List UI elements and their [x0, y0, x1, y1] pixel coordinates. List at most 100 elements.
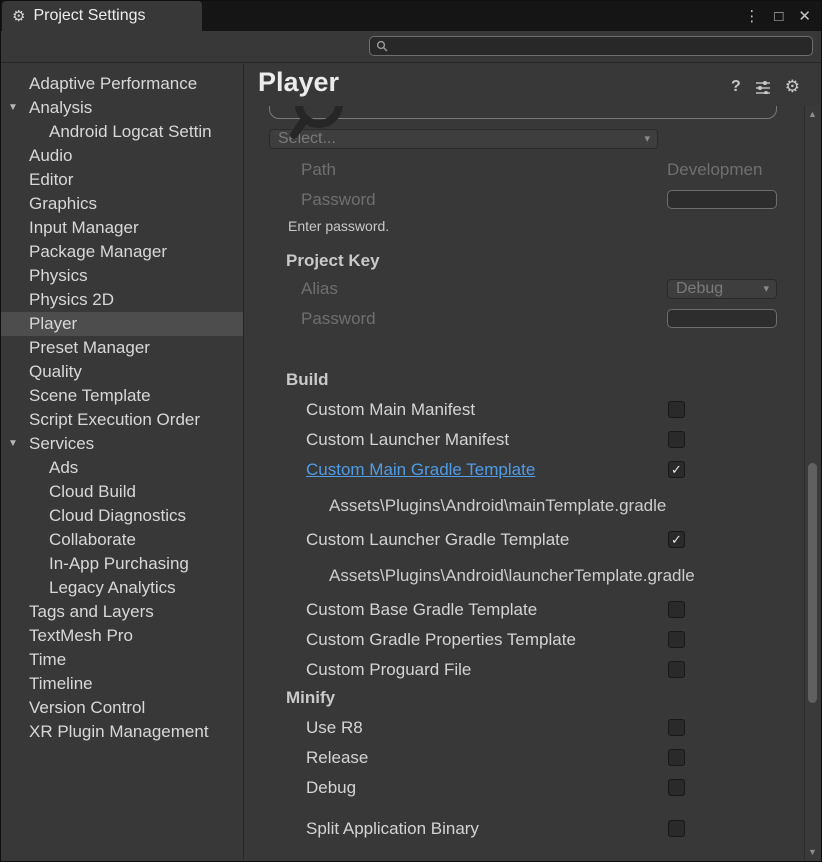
checkbox-custom-proguard-file[interactable]	[668, 661, 685, 678]
setting-row-custom-main-manifest: Custom Main Manifest	[245, 400, 803, 420]
project-key-password-field[interactable]	[667, 309, 777, 328]
gradle-path-label: Assets\Plugins\Android\launcherTemplate.…	[245, 566, 803, 586]
checkbox-custom-main-gradle-template[interactable]: ✓	[668, 461, 685, 478]
setting-label: Debug	[306, 778, 356, 798]
checkbox-split-application-binary[interactable]	[668, 820, 685, 837]
sidebar-item-cloud-diagnostics[interactable]: Cloud Diagnostics	[1, 504, 243, 528]
scrollbar-thumb[interactable]	[808, 463, 817, 703]
search-icon	[376, 40, 388, 52]
sidebar-item-scene-template[interactable]: Scene Template	[1, 384, 243, 408]
setting-label: Split Application Binary	[306, 819, 479, 839]
checkbox-release[interactable]	[668, 749, 685, 766]
sidebar-item-player[interactable]: Player	[1, 312, 243, 336]
main-scrollbar[interactable]: ▲ ▼	[804, 106, 820, 860]
sidebar-item-time[interactable]: Time	[1, 648, 243, 672]
main-panel: Player ? ⚙	[245, 64, 820, 860]
setting-row-custom-base-gradle-template: Custom Base Gradle Template	[245, 600, 803, 620]
sidebar-item-label: Tags and Layers	[29, 602, 154, 621]
sidebar-item-graphics[interactable]: Graphics	[1, 192, 243, 216]
tab-project-settings[interactable]: ⚙ Project Settings	[2, 1, 202, 31]
sidebar-item-in-app-purchasing[interactable]: In-App Purchasing	[1, 552, 243, 576]
helper-row: Enter password.	[245, 218, 803, 236]
checkbox-use-r8[interactable]	[668, 719, 685, 736]
sidebar-item-label: Android Logcat Settin	[49, 122, 212, 141]
sidebar-list: Adaptive Performance▼AnalysisAndroid Log…	[1, 72, 243, 744]
sidebar-item-timeline[interactable]: Timeline	[1, 672, 243, 696]
close-icon[interactable]: ✕	[798, 7, 811, 25]
help-icon[interactable]: ?	[731, 78, 741, 96]
sidebar-item-input-manager[interactable]: Input Manager	[1, 216, 243, 240]
window-title: Project Settings	[33, 7, 145, 25]
settings-search-input[interactable]	[388, 39, 812, 54]
checkbox-custom-launcher-manifest[interactable]	[668, 431, 685, 448]
dropdown-arrow-icon: ▾	[644, 130, 650, 148]
path-label: Path	[301, 160, 336, 180]
sidebar-item-analysis[interactable]: ▼ Analysis	[1, 96, 243, 120]
sidebar-item-label: Graphics	[29, 194, 97, 213]
build-settings-list: Custom Main Manifest Custom Launcher Mani…	[245, 400, 803, 680]
alias-dropdown[interactable]: Debug ▾	[667, 279, 777, 299]
sidebar-item-label: Quality	[29, 362, 82, 381]
setting-row-release: Release	[245, 748, 803, 768]
large-magnifier-icon	[289, 106, 355, 144]
sidebar-item-legacy-analytics[interactable]: Legacy Analytics	[1, 576, 243, 600]
foldout-arrow-icon[interactable]: ▼	[8, 432, 18, 456]
header-icons: ? ⚙	[731, 77, 800, 97]
maximize-icon[interactable]: □	[774, 8, 783, 25]
menu-icon[interactable]: ⋮	[744, 7, 759, 25]
keystore-password-field[interactable]	[667, 190, 777, 209]
sidebar-item-cloud-build[interactable]: Cloud Build	[1, 480, 243, 504]
preset-icon[interactable]	[755, 80, 771, 94]
settings-content: Select... ▾ Path Developmen Password Ent…	[245, 106, 803, 860]
sidebar-item-android-logcat-settin[interactable]: Android Logcat Settin	[1, 120, 243, 144]
sidebar-item-collaborate[interactable]: Collaborate	[1, 528, 243, 552]
sidebar-item-physics[interactable]: Physics	[1, 264, 243, 288]
sidebar-item-services[interactable]: ▼ Services	[1, 432, 243, 456]
checkbox-custom-gradle-properties-template[interactable]	[668, 631, 685, 648]
setting-label: Custom Launcher Manifest	[306, 430, 509, 450]
panel-gear-icon[interactable]: ⚙	[785, 77, 800, 97]
keystore-password-row: Password	[245, 190, 803, 210]
setting-row-custom-launcher-manifest: Custom Launcher Manifest	[245, 430, 803, 450]
scroll-up-icon[interactable]: ▲	[805, 109, 820, 119]
sidebar-item-label: Services	[29, 434, 94, 453]
project-key-password-row: Password	[245, 309, 803, 329]
setting-label: Custom Main Gradle Template	[306, 460, 535, 480]
scroll-down-icon[interactable]: ▼	[805, 847, 820, 857]
sidebar-item-textmesh-pro[interactable]: TextMesh Pro	[1, 624, 243, 648]
sidebar-item-audio[interactable]: Audio	[1, 144, 243, 168]
sidebar-item-xr-plugin-management[interactable]: XR Plugin Management	[1, 720, 243, 744]
setting-row-use-r8: Use R8	[245, 718, 803, 738]
sidebar-item-preset-manager[interactable]: Preset Manager	[1, 336, 243, 360]
sidebar-item-label: Ads	[49, 458, 78, 477]
sidebar-item-tags-and-layers[interactable]: Tags and Layers	[1, 600, 243, 624]
setting-row-debug: Debug	[245, 778, 803, 798]
alias-label: Alias	[301, 279, 338, 299]
sidebar-item-script-execution-order[interactable]: Script Execution Order	[1, 408, 243, 432]
sidebar-item-label: Player	[29, 314, 77, 333]
setting-label: Custom Base Gradle Template	[306, 600, 537, 620]
sidebar-item-adaptive-performance[interactable]: Adaptive Performance	[1, 72, 243, 96]
sidebar-item-quality[interactable]: Quality	[1, 360, 243, 384]
sidebar-item-editor[interactable]: Editor	[1, 168, 243, 192]
sidebar-item-label: Analysis	[29, 98, 92, 117]
checkbox-debug[interactable]	[668, 779, 685, 796]
sidebar-item-label: Physics	[29, 266, 88, 285]
sidebar-item-package-manager[interactable]: Package Manager	[1, 240, 243, 264]
sidebar-item-label: Collaborate	[49, 530, 136, 549]
checkbox-custom-main-manifest[interactable]	[668, 401, 685, 418]
sidebar-item-label: Time	[29, 650, 66, 669]
sidebar-item-physics-2d[interactable]: Physics 2D	[1, 288, 243, 312]
foldout-arrow-icon[interactable]: ▼	[8, 96, 18, 120]
sidebar-item-label: TextMesh Pro	[29, 626, 133, 645]
window-controls: ⋮ □ ✕	[744, 1, 811, 31]
sidebar-item-version-control[interactable]: Version Control	[1, 696, 243, 720]
sidebar-item-label: Preset Manager	[29, 338, 150, 357]
sidebar-item-label: Input Manager	[29, 218, 139, 237]
checkbox-custom-launcher-gradle-template[interactable]: ✓	[668, 531, 685, 548]
search-box[interactable]	[369, 36, 813, 56]
build-section-header: Build	[245, 370, 803, 390]
sidebar-item-ads[interactable]: Ads	[1, 456, 243, 480]
path-value: Developmen	[667, 160, 777, 180]
checkbox-custom-base-gradle-template[interactable]	[668, 601, 685, 618]
